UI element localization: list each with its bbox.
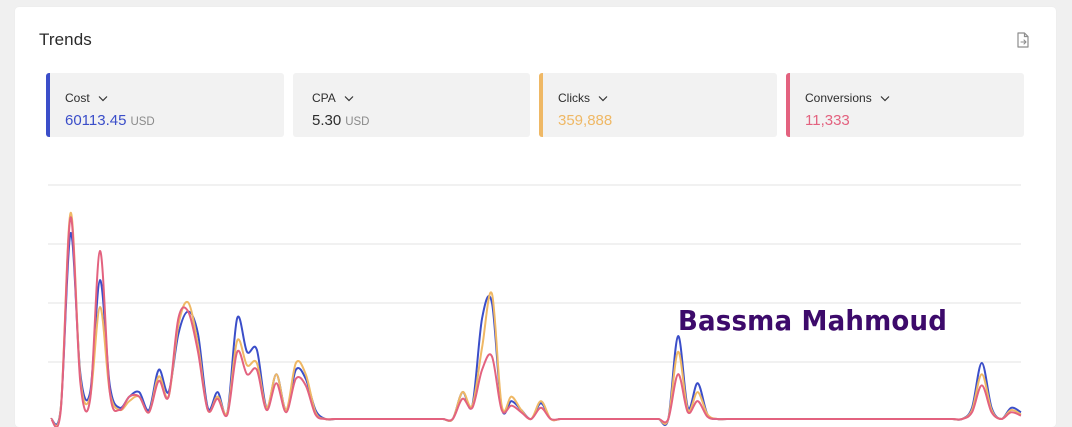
metric-label: Cost bbox=[65, 91, 90, 105]
metric-card-clicks[interactable]: Clicks 359,888 bbox=[539, 73, 777, 137]
chevron-down-icon[interactable] bbox=[880, 95, 890, 102]
metric-card-cpa[interactable]: CPA 5.30 USD bbox=[293, 73, 530, 137]
file-export-icon bbox=[1017, 32, 1029, 48]
chevron-down-icon[interactable] bbox=[344, 95, 354, 102]
metric-card-cost[interactable]: Cost 60113.45 USD bbox=[46, 73, 284, 137]
metric-label: Clicks bbox=[558, 91, 590, 105]
chevron-down-icon[interactable] bbox=[98, 95, 108, 102]
metric-label: Conversions bbox=[805, 91, 872, 105]
trends-chart bbox=[48, 184, 1022, 427]
metric-label: CPA bbox=[312, 91, 336, 105]
watermark-text: Bassma Mahmoud bbox=[678, 304, 948, 337]
metric-unit: USD bbox=[130, 116, 155, 128]
metric-color-bar bbox=[539, 73, 543, 137]
metric-unit: USD bbox=[345, 116, 370, 128]
panel-title: Trends bbox=[39, 30, 92, 49]
metric-color-bar bbox=[786, 73, 790, 137]
metric-value: 11,333 bbox=[805, 112, 850, 129]
trends-panel: Trends Cost 60113.45 USD CPA 5.30 USD Clic… bbox=[15, 7, 1056, 427]
chevron-down-icon[interactable] bbox=[598, 95, 608, 102]
metric-value: 359,888 bbox=[558, 112, 613, 129]
metric-card-conversions[interactable]: Conversions 11,333 bbox=[786, 73, 1024, 137]
metric-value: 60113.45 bbox=[65, 112, 127, 129]
export-button[interactable] bbox=[1016, 32, 1030, 48]
metric-value: 5.30 bbox=[312, 112, 342, 129]
metric-color-bar bbox=[46, 73, 50, 137]
